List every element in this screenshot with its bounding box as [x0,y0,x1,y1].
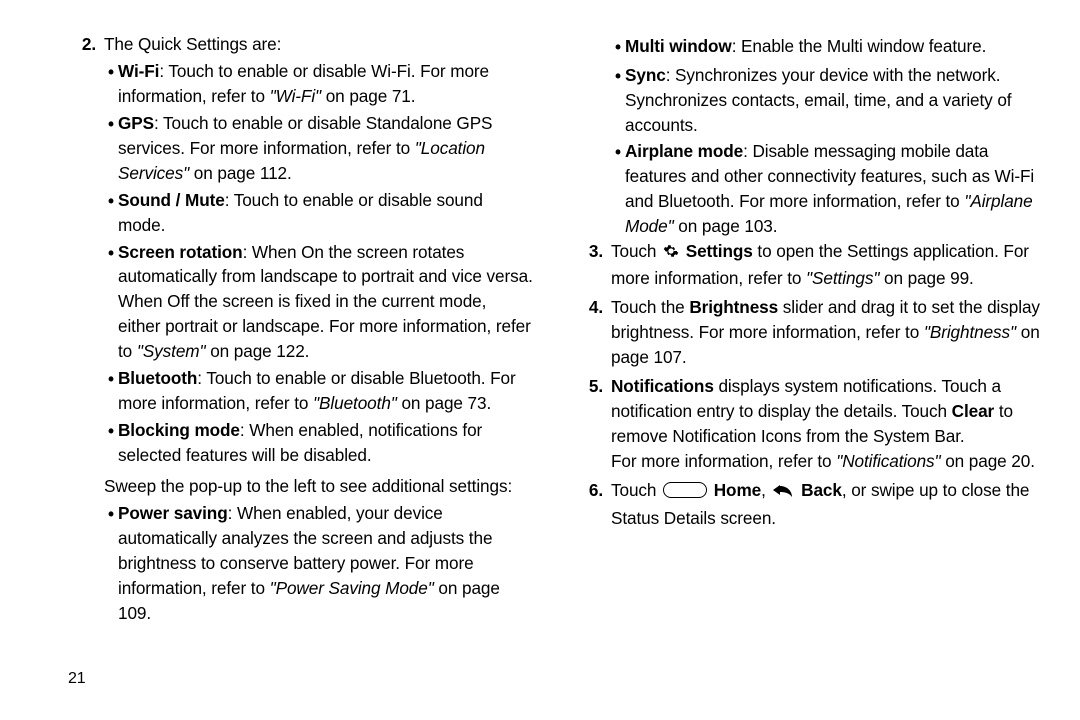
bullet-rotation: •Screen rotation: When On the screen rot… [104,240,533,365]
item-number: 2. [70,32,96,626]
bullet-dot: • [104,111,118,186]
term: Wi-Fi [118,61,159,81]
t: For more information, refer to [611,451,836,471]
bullet-dot: • [104,501,118,626]
bullet-dot: • [104,240,118,365]
bullet-dot: • [611,34,625,61]
sep: , [761,480,770,500]
bullet-dot: • [104,59,118,109]
pg: on page 20. [941,451,1035,471]
home-label: Home [714,480,761,500]
pg: on page 99. [879,268,973,288]
bullet-text: Blocking mode: When enabled, notificatio… [118,418,533,468]
sweep-text: Sweep the pop-up to the left to see addi… [104,474,533,499]
page-number: 21 [68,667,86,690]
list-item-2: 2. The Quick Settings are: •Wi-Fi: Touch… [70,32,533,626]
t: Touch the [611,297,689,317]
pg: on page 73. [397,393,491,413]
bullet-bluetooth: •Bluetooth: Touch to enable or disable B… [104,366,533,416]
bullet-text: Sync: Synchronizes your device with the … [625,63,1040,138]
bullet-sound: •Sound / Mute: Touch to enable or disabl… [104,188,533,238]
gear-icon [663,241,679,266]
back-arrow-icon [772,481,794,506]
term: Bluetooth [118,368,197,388]
ref: "Settings" [806,268,879,288]
bullet-powersaving: •Power saving: When enabled, your device… [104,501,533,626]
home-bar-icon [663,482,707,498]
bullet-dot: • [104,418,118,468]
item-number: 5. [577,374,603,474]
bullet-sync: •Sync: Synchronizes your device with the… [611,63,1040,138]
desc: : Synchronizes your device with the netw… [625,65,1011,135]
item-body: The Quick Settings are: •Wi-Fi: Touch to… [104,32,533,626]
pg: on page 71. [321,86,415,106]
pg: on page 112. [189,163,292,183]
bullet-text: Airplane mode: Disable messaging mobile … [625,139,1040,239]
right-column: •Multi window: Enable the Multi window f… [577,32,1040,720]
left-column: 2. The Quick Settings are: •Wi-Fi: Touch… [70,32,533,720]
settings-label: Settings [686,241,753,261]
term: Sound / Mute [118,190,225,210]
term: Airplane mode [625,141,743,161]
bullet-text: Sound / Mute: Touch to enable or disable… [118,188,533,238]
page-spread: 2. The Quick Settings are: •Wi-Fi: Touch… [0,0,1080,720]
list-item-6: 6. Touch Home, Back, or swipe up to clos… [577,478,1040,531]
term: Blocking mode [118,420,240,440]
bullet-text: GPS: Touch to enable or disable Standalo… [118,111,533,186]
desc: : Enable the Multi window feature. [732,36,987,56]
bullet-dot: • [611,63,625,138]
ref: "Notifications" [836,451,940,471]
bullet-dot: • [104,188,118,238]
continued-bullets: •Multi window: Enable the Multi window f… [611,34,1040,239]
notifications-label: Notifications [611,376,714,396]
bullet-gps: •GPS: Touch to enable or disable Standal… [104,111,533,186]
term: Sync [625,65,666,85]
t: Touch [611,480,661,500]
ref: "Power Saving Mode" [270,578,434,598]
list-item-4: 4. Touch the Brightness slider and drag … [577,295,1040,370]
bullet-dot: • [611,139,625,239]
bullet-blocking: •Blocking mode: When enabled, notificati… [104,418,533,468]
term: GPS [118,113,154,133]
bullet-text: Power saving: When enabled, your device … [118,501,533,626]
item-body: Touch Home, Back, or swipe up to close t… [611,478,1040,531]
lead-text: The Quick Settings are: [104,34,281,54]
pg: on page 103. [674,216,778,236]
bullet-text: Bluetooth: Touch to enable or disable Bl… [118,366,533,416]
clear-label: Clear [952,401,995,421]
item-number: 3. [577,239,603,291]
bullet-text: Multi window: Enable the Multi window fe… [625,34,1040,61]
t: Touch [611,241,661,261]
item-number: 6. [577,478,603,531]
item-body: Touch the Brightness slider and drag it … [611,295,1040,370]
item-body: Notifications displays system notificati… [611,374,1040,474]
term: Screen rotation [118,242,243,262]
pg: on page 122. [206,341,310,361]
bullet-dot: • [104,366,118,416]
ref: "Brightness" [924,322,1016,342]
list-item-5: 5. Notifications displays system notific… [577,374,1040,474]
item-number: 4. [577,295,603,370]
bullet-airplane: •Airplane mode: Disable messaging mobile… [611,139,1040,239]
term: Multi window [625,36,732,56]
term: Power saving [118,503,228,523]
item-body: Touch Settings to open the Settings appl… [611,239,1040,291]
bullet-wifi: •Wi-Fi: Touch to enable or disable Wi-Fi… [104,59,533,109]
bullet-multiwindow: •Multi window: Enable the Multi window f… [611,34,1040,61]
bullet-text: Screen rotation: When On the screen rota… [118,240,533,365]
ref: "System" [137,341,206,361]
list-item-3: 3. Touch Settings to open the Settings a… [577,239,1040,291]
ref: "Wi-Fi" [270,86,321,106]
bullet-text: Wi-Fi: Touch to enable or disable Wi-Fi.… [118,59,533,109]
brightness-label: Brightness [689,297,778,317]
ref: "Bluetooth" [313,393,397,413]
back-label: Back [801,480,842,500]
